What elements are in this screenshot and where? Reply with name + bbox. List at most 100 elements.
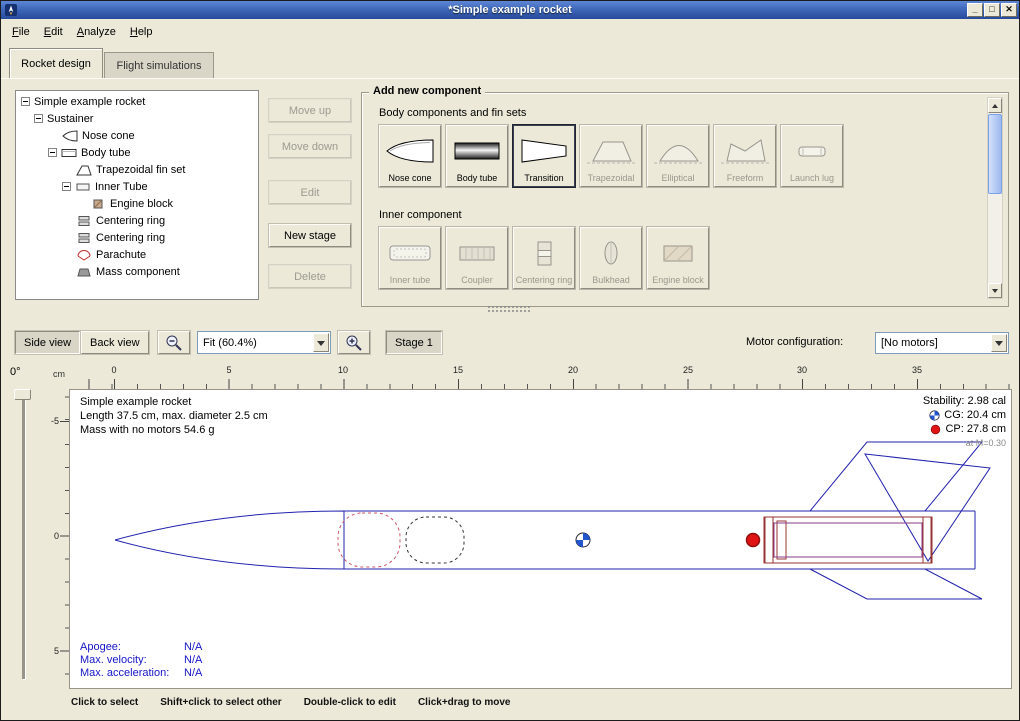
tree-expander-icon[interactable] <box>62 182 71 191</box>
add-nose-cone-button[interactable]: Nose cone <box>379 125 441 187</box>
centering-ring-icon <box>515 230 573 276</box>
tab-rocket-design[interactable]: Rocket design <box>9 48 103 78</box>
ruler-tick-label: 5 <box>226 365 231 375</box>
scroll-up-icon[interactable] <box>988 98 1002 113</box>
tree-item-label: Nose cone <box>82 130 135 142</box>
zoom-combo[interactable]: Fit (60.4%) <box>197 331 331 354</box>
add-freeform-button: Freeform <box>714 125 776 187</box>
view-toolbar: Side view Back view Fit (60.4%) Stage 1 … <box>1 321 1019 363</box>
menu-file[interactable]: File <box>5 22 37 42</box>
hint-shift-click: Shift+click to select other <box>160 697 281 708</box>
body-section-label: Body components and fin sets <box>379 107 526 119</box>
add-inner-tube-button: Inner tube <box>379 227 441 289</box>
tree-item-centering-ring-2[interactable]: Centering ring <box>18 229 258 246</box>
transition-icon <box>515 128 573 174</box>
add-transition-button[interactable]: Transition <box>513 125 575 187</box>
add-panel-scrollbar[interactable] <box>987 97 1003 299</box>
rotation-value: 0° <box>10 366 21 378</box>
tree-item-parachute[interactable]: Parachute <box>18 246 258 263</box>
rocket-canvas[interactable]: Simple example rocket Length 37.5 cm, ma… <box>69 389 1012 689</box>
move-up-button: Move up <box>269 99 351 122</box>
apogee-value: N/A <box>184 641 202 653</box>
tree-item-body-tube[interactable]: Body tube <box>18 144 258 161</box>
side-view-button[interactable]: Side view <box>15 331 80 354</box>
rocket-name: Simple example rocket <box>80 395 268 409</box>
cg-value: CG: 20.4 cm <box>944 408 1006 422</box>
tree-expander-icon[interactable] <box>34 114 43 123</box>
centering-ring-icon <box>76 215 92 227</box>
ruler-tick-label: 15 <box>453 365 463 375</box>
rotation-slider-thumb[interactable] <box>14 389 31 400</box>
move-up-label: Move up <box>289 105 331 117</box>
cp-value: CP: 27.8 cm <box>945 422 1006 436</box>
motor-configuration-combo[interactable]: [No motors] <box>875 332 1009 354</box>
tab-strip: Rocket design Flight simulations <box>1 45 1019 78</box>
button-label: Transition <box>524 174 563 185</box>
inner-tube-icon <box>75 181 91 193</box>
tree-item-centering-ring-1[interactable]: Centering ring <box>18 212 258 229</box>
rotation-slider[interactable] <box>22 393 25 679</box>
inner-section-label: Inner component <box>379 209 462 221</box>
back-view-label: Back view <box>90 337 140 349</box>
add-body-tube-button[interactable]: Body tube <box>446 125 508 187</box>
tree-item-mass-component[interactable]: Mass component <box>18 263 258 280</box>
stage-1-toggle[interactable]: Stage 1 <box>386 331 442 354</box>
add-engine-block-button: Engine block <box>647 227 709 289</box>
tab-flight-simulations[interactable]: Flight simulations <box>104 52 214 78</box>
tree-item-nose-cone[interactable]: Nose cone <box>18 127 258 144</box>
tree-item-label: Mass component <box>96 266 180 278</box>
add-launch-lug-button: Launch lug <box>781 125 843 187</box>
fin-bottom <box>810 569 982 599</box>
splitter-handle[interactable] <box>487 305 531 312</box>
ruler-tick-label: 35 <box>912 365 922 375</box>
new-stage-button[interactable]: New stage <box>269 224 351 247</box>
mach-note: at M=0.30 <box>923 436 1006 450</box>
minimize-button[interactable]: _ <box>967 3 983 17</box>
nose-cone-icon <box>62 130 78 142</box>
scrollbar-thumb[interactable] <box>988 114 1002 194</box>
ruler-tick-label: 20 <box>568 365 578 375</box>
chevron-down-icon[interactable] <box>991 334 1007 352</box>
engine-block-icon <box>90 198 106 210</box>
button-label: Launch lug <box>790 174 834 185</box>
tree-expander-icon[interactable] <box>21 97 30 106</box>
parachute-icon <box>76 249 92 261</box>
button-label: Bulkhead <box>592 276 630 287</box>
add-trapezoidal-button: Trapezoidal <box>580 125 642 187</box>
chevron-down-icon[interactable] <box>313 333 329 352</box>
button-label: Engine block <box>652 276 704 287</box>
tree-expander-icon[interactable] <box>48 148 57 157</box>
component-tree[interactable]: Simple example rocket Sustainer Nose con… <box>15 90 259 300</box>
centering-ring-icon <box>76 232 92 244</box>
tree-item-fin-set[interactable]: Trapezoidal fin set <box>18 161 258 178</box>
ruler-tick-label: 0 <box>54 531 59 541</box>
ruler-tick-label: 30 <box>797 365 807 375</box>
menu-edit[interactable]: Edit <box>37 22 70 42</box>
delete-button: Delete <box>269 265 351 288</box>
max-velocity-value: N/A <box>184 654 202 666</box>
back-view-button[interactable]: Back view <box>81 331 149 354</box>
zoom-in-button[interactable] <box>338 331 370 354</box>
maximize-button[interactable]: □ <box>984 3 1000 17</box>
tree-item-label: Centering ring <box>96 232 165 244</box>
tree-item-rocket[interactable]: Simple example rocket <box>18 93 258 110</box>
titlebar[interactable]: *Simple example rocket _ □ ✕ <box>1 1 1019 19</box>
close-button[interactable]: ✕ <box>1001 3 1017 17</box>
tree-item-inner-tube[interactable]: Inner Tube <box>18 178 258 195</box>
menu-analyze[interactable]: Analyze <box>70 22 123 42</box>
ruler-tick-label: 25 <box>683 365 693 375</box>
zoom-value: Fit (60.4%) <box>203 337 257 349</box>
max-velocity-label: Max. velocity: <box>80 654 184 667</box>
stage-1-label: Stage 1 <box>395 337 433 349</box>
add-bulkhead-button: Bulkhead <box>580 227 642 289</box>
rocket-mass: Mass with no motors 54.6 g <box>80 423 268 437</box>
scroll-down-icon[interactable] <box>988 283 1002 298</box>
tree-item-sustainer[interactable]: Sustainer <box>18 110 258 127</box>
statusbar: Click to select Shift+click to select ot… <box>1 693 1019 720</box>
zoom-out-button[interactable] <box>158 331 190 354</box>
tree-item-engine-block[interactable]: Engine block <box>18 195 258 212</box>
ruler-tick-label: -5 <box>51 416 59 426</box>
elliptical-fin-icon <box>649 128 707 174</box>
menu-help[interactable]: Help <box>123 22 160 42</box>
delete-label: Delete <box>294 271 326 283</box>
